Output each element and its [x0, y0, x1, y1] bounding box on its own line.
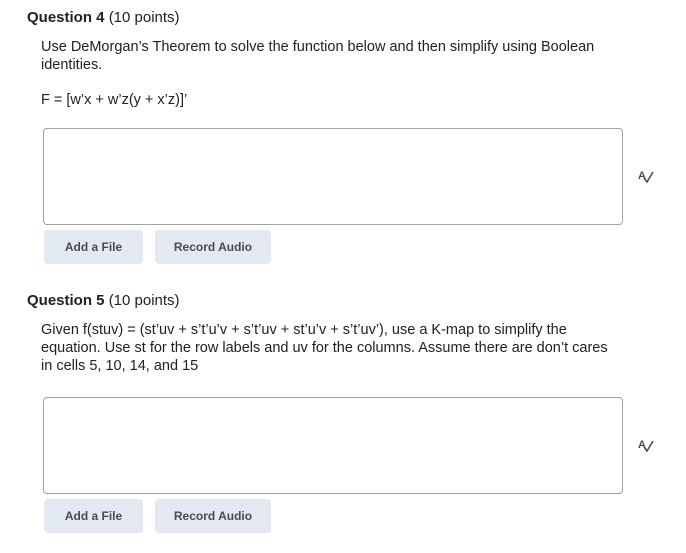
question-header: Question 5 (10 points) [27, 292, 180, 309]
question-points: (10 points) [108, 9, 180, 26]
add-file-button[interactable]: Add a File [44, 499, 143, 533]
spellcheck-icon[interactable]: A [636, 435, 656, 455]
record-audio-button[interactable]: Record Audio [155, 230, 271, 264]
spellcheck-icon[interactable]: A [636, 166, 656, 186]
question-formula: F = [w’x + w’z(y + x’z)]’ [41, 92, 188, 108]
answer-textarea[interactable] [43, 128, 623, 225]
record-audio-button[interactable]: Record Audio [155, 499, 271, 533]
question-text: Use DeMorgan’s Theorem to solve the func… [41, 39, 595, 73]
question-title: Question 4 [27, 9, 105, 26]
add-file-button[interactable]: Add a File [44, 230, 143, 264]
question-title: Question 5 [27, 292, 105, 309]
question-text: Given f(stuv) = (st’uv + s’t’u’v + s’t’u… [41, 322, 608, 374]
question-header: Question 4 (10 points) [27, 9, 180, 26]
question-points: (10 points) [108, 292, 180, 309]
answer-textarea[interactable] [43, 397, 623, 494]
